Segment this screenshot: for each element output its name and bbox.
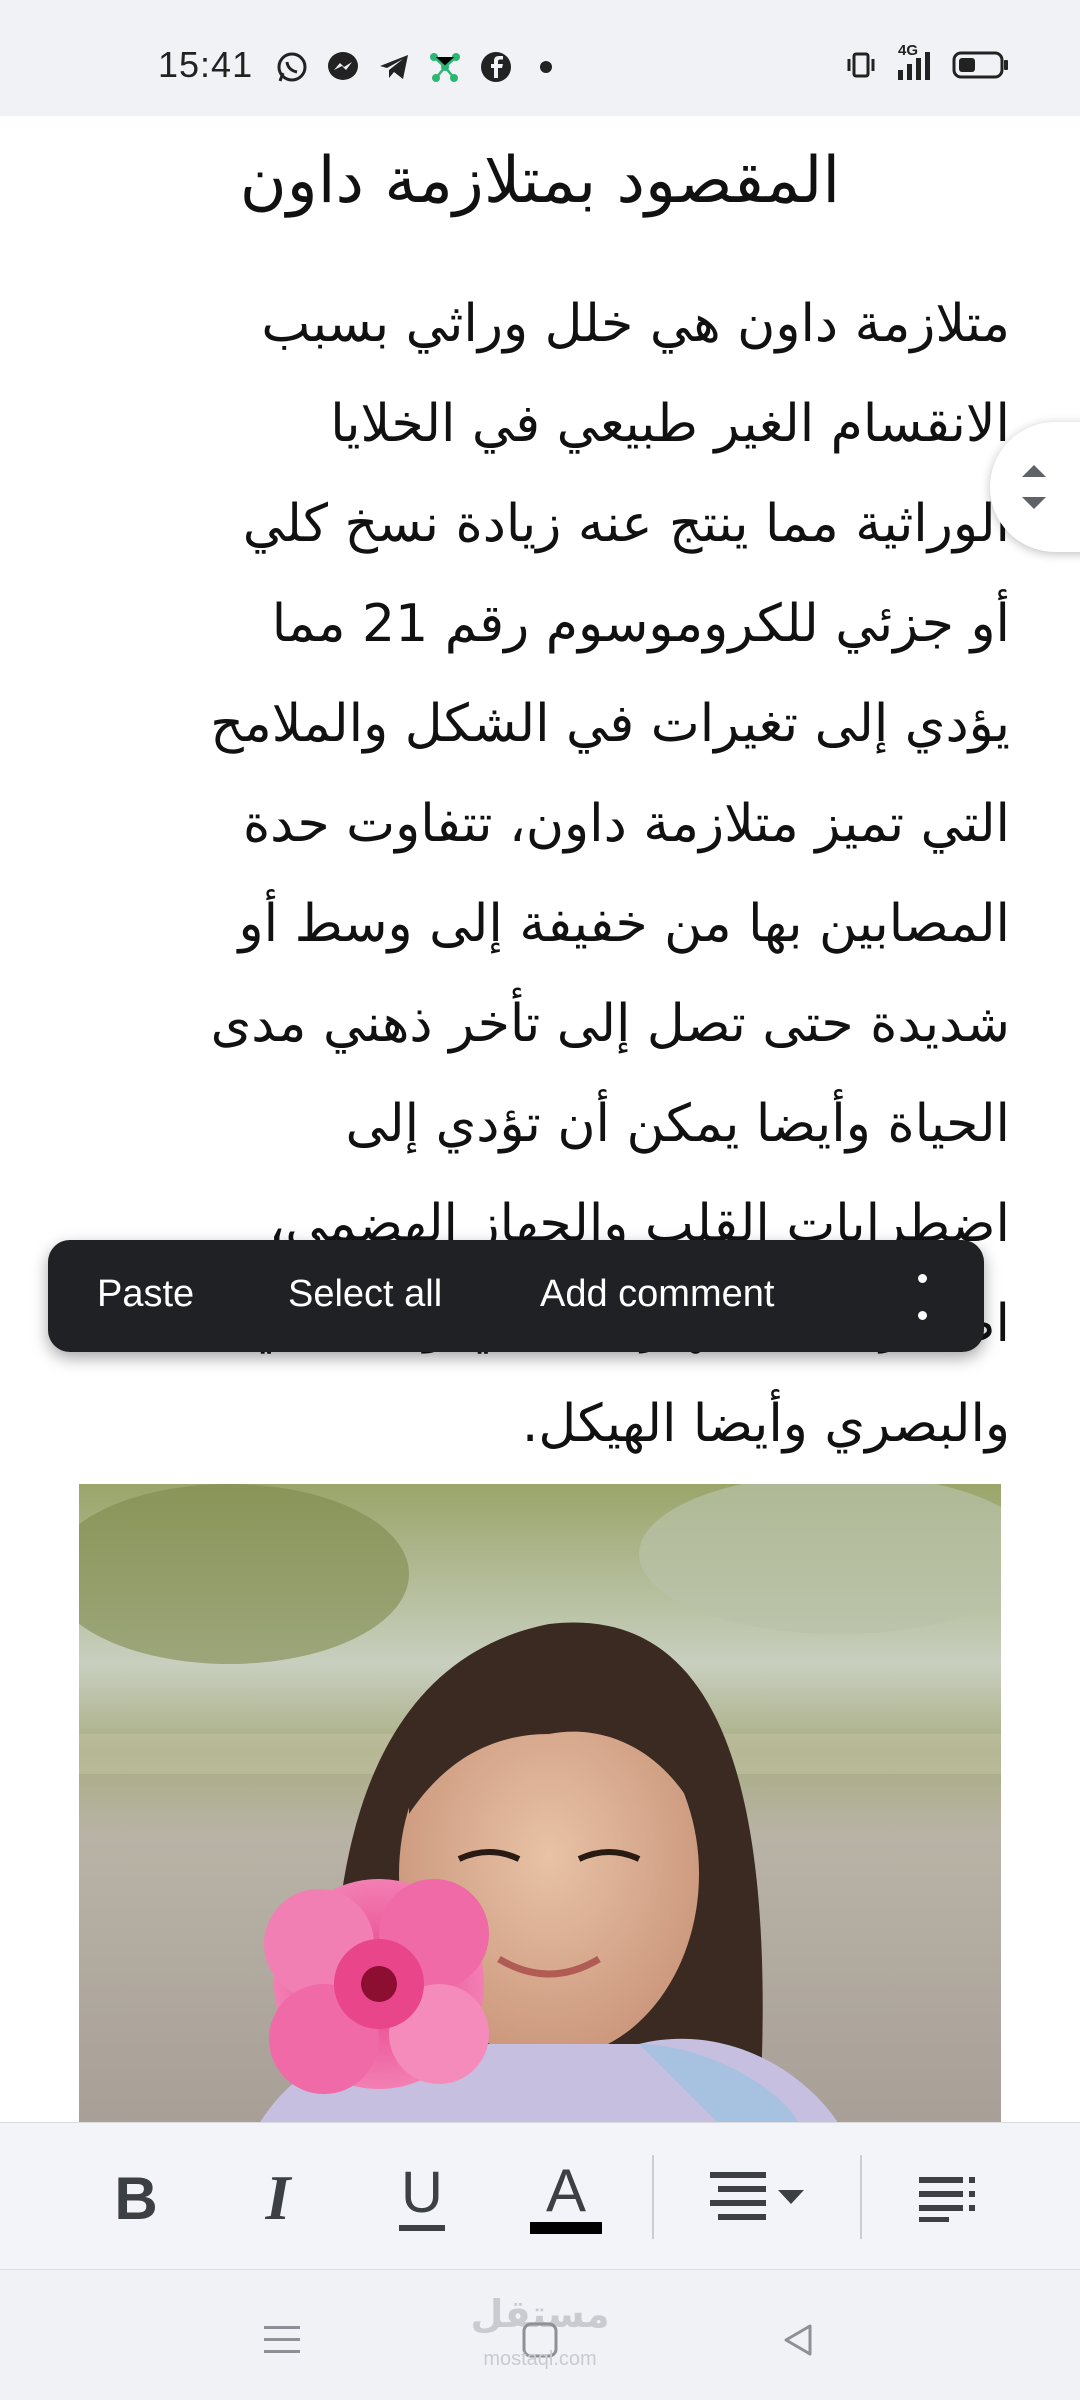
telegram-icon xyxy=(377,50,411,84)
messenger-icon xyxy=(326,50,360,84)
align-dropdown-icon xyxy=(710,2172,804,2220)
list-icon xyxy=(919,2177,975,2222)
battery-icon xyxy=(952,48,1010,82)
network-label: 4G xyxy=(898,42,919,59)
menu-icon[interactable] xyxy=(252,2310,312,2370)
screen: 15:41 4G المقصود بمتلازمة داون متلازمة د… xyxy=(0,0,1080,2400)
text-selection-menu: Paste Select all Add comment xyxy=(48,1240,984,1352)
status-time: 15:41 xyxy=(158,44,254,85)
paste-button[interactable]: Paste xyxy=(97,1273,194,1316)
signal-icon: 4G xyxy=(892,42,938,82)
facebook-icon xyxy=(479,50,513,84)
document-canvas[interactable]: المقصود بمتلازمة داون متلازمة داون هي خل… xyxy=(0,116,1080,2122)
vibrate-icon xyxy=(844,48,878,82)
body-line[interactable]: التي تميز متلازمة داون، تتفاوت حدة xyxy=(75,774,1010,874)
text-color-icon: A xyxy=(545,2157,587,2224)
whatsapp-icon xyxy=(275,50,309,84)
toolbar-divider xyxy=(860,2155,862,2239)
status-bar: 15:41 4G xyxy=(0,0,1080,116)
toolbar-divider xyxy=(652,2155,654,2239)
list-button[interactable] xyxy=(912,2153,982,2243)
status-right-icons: 4G xyxy=(830,42,1010,82)
body-line[interactable]: والبصري وأيضا الهيكل. xyxy=(75,1374,1010,1474)
underline-button[interactable]: U xyxy=(392,2153,452,2243)
italic-icon: I xyxy=(265,2162,291,2233)
add-comment-button[interactable]: Add comment xyxy=(540,1273,774,1316)
notification-icons xyxy=(275,50,552,84)
body-line[interactable]: يؤدي إلى تغيرات في الشكل والملامح xyxy=(75,674,1010,774)
select-all-button[interactable]: Select all xyxy=(288,1273,442,1316)
body-line[interactable]: المصابين بها من خفيفة إلى وسط أو xyxy=(75,874,1011,974)
system-navigation-bar: مستقل mostaql.com xyxy=(0,2270,1080,2400)
underline-bar xyxy=(399,2225,445,2231)
body-line[interactable]: الوراثية مما ينتج عنه زيادة نسخ كلي xyxy=(75,474,1010,574)
bold-icon: B xyxy=(114,2164,158,2232)
text-color-button[interactable]: A xyxy=(526,2153,606,2243)
italic-button[interactable]: I xyxy=(248,2153,308,2243)
more-dot-icon xyxy=(540,61,552,73)
bold-button[interactable]: B xyxy=(108,2153,164,2243)
underline-icon: U xyxy=(401,2160,443,2225)
photo-girl-with-pink-flower xyxy=(79,1484,1001,2122)
more-vertical-icon[interactable] xyxy=(912,1274,932,1320)
body-line[interactable]: أو جزئي للكروموسوم رقم 21 مما xyxy=(75,574,1010,674)
network-app-icon xyxy=(428,50,462,84)
align-dropdown-button[interactable] xyxy=(708,2153,808,2243)
body-line[interactable]: متلازمة داون هي خلل وراثي بسبب xyxy=(75,274,1010,374)
document-image[interactable] xyxy=(79,1484,1001,2122)
body-line[interactable]: شديدة حتى تصل إلى تأخر ذهني مدى xyxy=(75,974,1010,1074)
body-line[interactable]: الحياة وأيضا يمكن أن تؤدي إلى xyxy=(75,1074,1010,1174)
body-line[interactable]: الانقسام الغير طبيعي في الخلايا xyxy=(75,374,1010,474)
formatting-toolbar: B I U A xyxy=(0,2122,1080,2270)
scroll-arrows-icon xyxy=(1022,465,1046,509)
watermark-url: mostaql.com xyxy=(483,2348,597,2370)
document-heading[interactable]: المقصود بمتلازمة داون xyxy=(90,126,990,236)
back-icon[interactable] xyxy=(768,2310,828,2370)
text-color-swatch xyxy=(530,2222,602,2234)
